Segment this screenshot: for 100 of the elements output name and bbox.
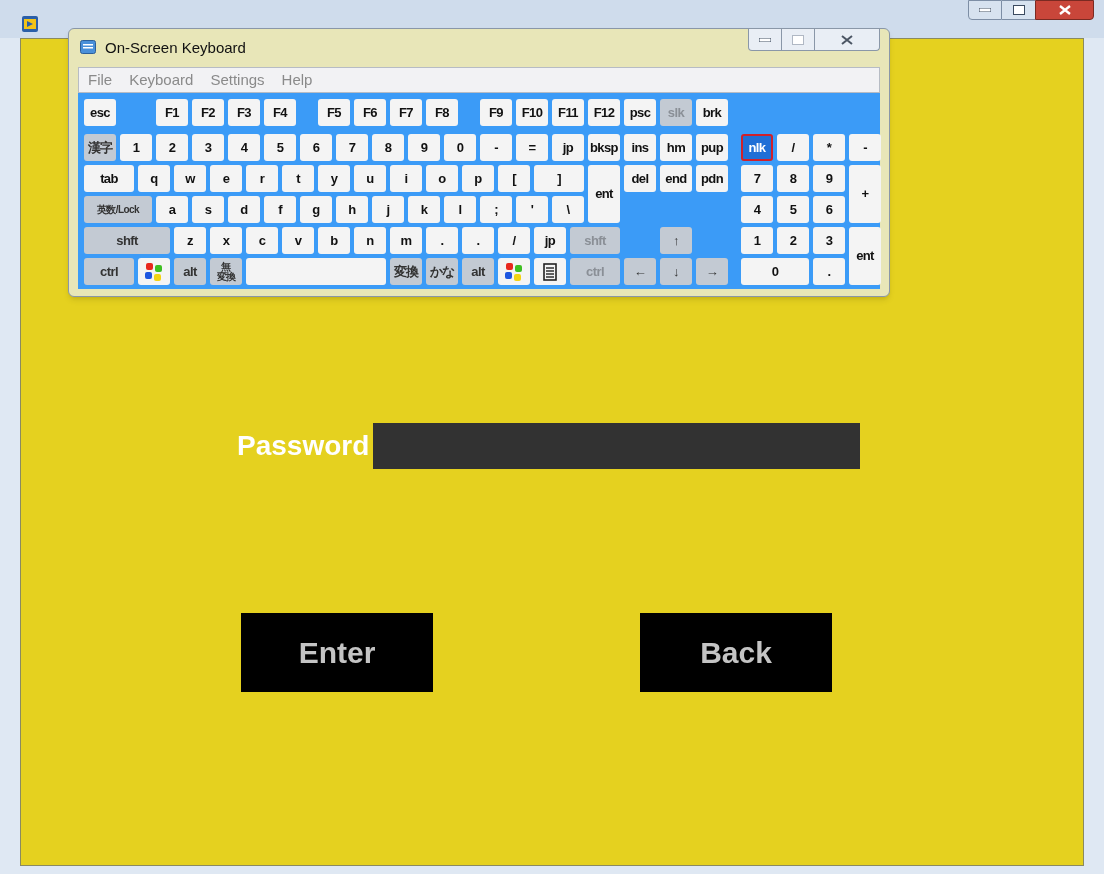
key[interactable]: t bbox=[282, 165, 314, 192]
key[interactable]: F4 bbox=[264, 99, 296, 126]
key[interactable]: w bbox=[174, 165, 206, 192]
key[interactable]: 8 bbox=[777, 165, 809, 192]
key[interactable]: かな bbox=[426, 258, 458, 285]
key[interactable]: nlk bbox=[741, 134, 773, 161]
key[interactable]: ent bbox=[588, 165, 620, 223]
key[interactable]: F8 bbox=[426, 99, 458, 126]
key[interactable]: . bbox=[462, 227, 494, 254]
key[interactable]: jp bbox=[552, 134, 584, 161]
key[interactable]: shft bbox=[84, 227, 170, 254]
key[interactable]: 英数/Lock bbox=[84, 196, 152, 223]
key[interactable]: 3 bbox=[192, 134, 224, 161]
key[interactable]: . bbox=[813, 258, 845, 285]
key[interactable]: 4 bbox=[228, 134, 260, 161]
maximize-button[interactable] bbox=[1002, 0, 1035, 20]
key[interactable]: F2 bbox=[192, 99, 224, 126]
key[interactable]: 9 bbox=[813, 165, 845, 192]
minimize-button[interactable] bbox=[748, 29, 782, 51]
key[interactable]: F7 bbox=[390, 99, 422, 126]
key[interactable]: * bbox=[813, 134, 845, 161]
key[interactable]: F1 bbox=[156, 99, 188, 126]
key[interactable]: 0 bbox=[741, 258, 809, 285]
key[interactable]: i bbox=[390, 165, 422, 192]
key[interactable]: 1 bbox=[741, 227, 773, 254]
key[interactable]: 無 変換 bbox=[210, 258, 242, 285]
key[interactable]: 2 bbox=[777, 227, 809, 254]
key[interactable] bbox=[138, 258, 170, 285]
key[interactable]: jp bbox=[534, 227, 566, 254]
key[interactable]: ↑ bbox=[660, 227, 692, 254]
back-button[interactable]: Back bbox=[640, 613, 832, 692]
key[interactable]: ← bbox=[624, 258, 656, 285]
key[interactable]: 3 bbox=[813, 227, 845, 254]
key[interactable]: pup bbox=[696, 134, 728, 161]
key[interactable]: / bbox=[498, 227, 530, 254]
key[interactable]: 5 bbox=[264, 134, 296, 161]
close-button[interactable] bbox=[1035, 0, 1094, 20]
key[interactable]: v bbox=[282, 227, 314, 254]
key[interactable]: e bbox=[210, 165, 242, 192]
key[interactable]: ↓ bbox=[660, 258, 692, 285]
key[interactable] bbox=[534, 258, 566, 285]
key[interactable]: 7 bbox=[741, 165, 773, 192]
key[interactable]: del bbox=[624, 165, 656, 192]
key[interactable]: g bbox=[300, 196, 332, 223]
key[interactable]: 4 bbox=[741, 196, 773, 223]
key[interactable]: ; bbox=[480, 196, 512, 223]
key[interactable]: m bbox=[390, 227, 422, 254]
key[interactable]: F5 bbox=[318, 99, 350, 126]
close-button[interactable] bbox=[814, 29, 880, 51]
key[interactable] bbox=[498, 258, 530, 285]
key[interactable]: u bbox=[354, 165, 386, 192]
key[interactable]: ctrl bbox=[84, 258, 134, 285]
key[interactable]: 2 bbox=[156, 134, 188, 161]
key[interactable]: F10 bbox=[516, 99, 548, 126]
key[interactable]: = bbox=[516, 134, 548, 161]
key[interactable]: a bbox=[156, 196, 188, 223]
key[interactable]: 5 bbox=[777, 196, 809, 223]
key[interactable]: F11 bbox=[552, 99, 584, 126]
key[interactable]: 6 bbox=[300, 134, 332, 161]
key[interactable]: 8 bbox=[372, 134, 404, 161]
key[interactable]: 9 bbox=[408, 134, 440, 161]
key[interactable]: x bbox=[210, 227, 242, 254]
key[interactable]: o bbox=[426, 165, 458, 192]
key[interactable]: + bbox=[849, 165, 881, 223]
key[interactable]: \ bbox=[552, 196, 584, 223]
key[interactable]: 漢字 bbox=[84, 134, 116, 161]
key[interactable]: F3 bbox=[228, 99, 260, 126]
key[interactable]: f bbox=[264, 196, 296, 223]
key[interactable]: s bbox=[192, 196, 224, 223]
key[interactable]: esc bbox=[84, 99, 116, 126]
key[interactable]: hm bbox=[660, 134, 692, 161]
key[interactable]: / bbox=[777, 134, 809, 161]
password-field[interactable] bbox=[373, 423, 861, 469]
key[interactable]: ins bbox=[624, 134, 656, 161]
key[interactable]: brk bbox=[696, 99, 728, 126]
key[interactable]: 1 bbox=[120, 134, 152, 161]
key[interactable]: F12 bbox=[588, 99, 620, 126]
key[interactable]: psc bbox=[624, 99, 656, 126]
key[interactable]: c bbox=[246, 227, 278, 254]
key[interactable]: [ bbox=[498, 165, 530, 192]
key[interactable]: F6 bbox=[354, 99, 386, 126]
key[interactable]: p bbox=[462, 165, 494, 192]
key[interactable]: 7 bbox=[336, 134, 368, 161]
key[interactable]: y bbox=[318, 165, 350, 192]
key[interactable]: end bbox=[660, 165, 692, 192]
key[interactable]: j bbox=[372, 196, 404, 223]
key[interactable]: ent bbox=[849, 227, 881, 285]
key[interactable]: n bbox=[354, 227, 386, 254]
key[interactable]: 変換 bbox=[390, 258, 422, 285]
key[interactable]: b bbox=[318, 227, 350, 254]
key[interactable]: tab bbox=[84, 165, 134, 192]
key[interactable]: l bbox=[444, 196, 476, 223]
key[interactable]: ' bbox=[516, 196, 548, 223]
key[interactable]: → bbox=[696, 258, 728, 285]
enter-button[interactable]: Enter bbox=[241, 613, 433, 692]
key[interactable]: 6 bbox=[813, 196, 845, 223]
key[interactable]: alt bbox=[462, 258, 494, 285]
key[interactable]: - bbox=[480, 134, 512, 161]
key[interactable]: bksp bbox=[588, 134, 620, 161]
key[interactable]: z bbox=[174, 227, 206, 254]
